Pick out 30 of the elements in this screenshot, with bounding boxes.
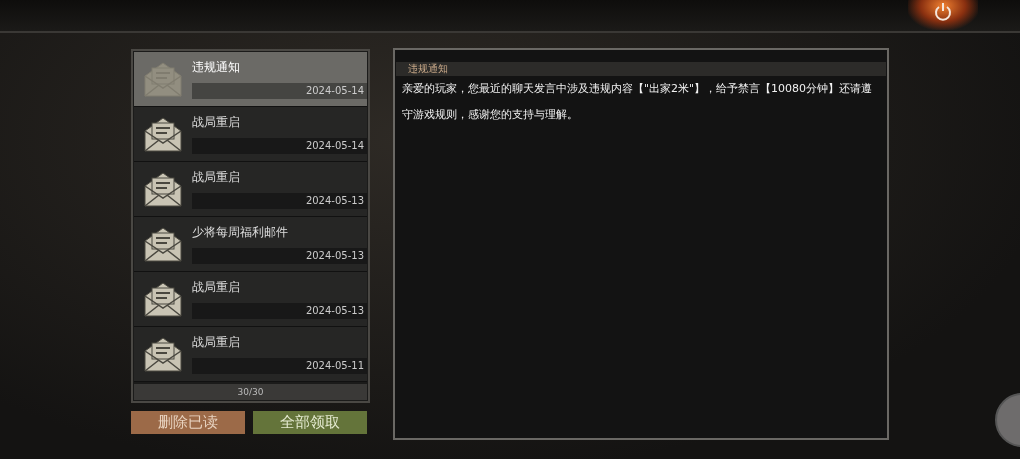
envelope-icon bbox=[143, 170, 183, 208]
claim-all-button[interactable]: 全部领取 bbox=[253, 411, 367, 434]
mail-item[interactable]: 战局重启 2024-05-11 bbox=[134, 327, 367, 382]
mail-date: 2024-05-13 bbox=[192, 248, 367, 264]
mail-item[interactable]: 战局重启 2024-05-13 bbox=[134, 162, 367, 217]
envelope-icon bbox=[143, 60, 183, 98]
mail-title: 战局重启 bbox=[192, 279, 241, 296]
mail-date: 2024-05-11 bbox=[192, 358, 367, 374]
mail-title: 违规通知 bbox=[192, 59, 241, 76]
mail-counter: 30/30 bbox=[134, 384, 367, 400]
mail-title: 战局重启 bbox=[192, 169, 241, 186]
mail-item[interactable]: 违规通知 2024-05-14 bbox=[134, 52, 367, 107]
mail-title: 战局重启 bbox=[192, 334, 241, 351]
envelope-icon bbox=[143, 225, 183, 263]
mail-item[interactable]: 战局重启 2024-05-13 bbox=[134, 272, 367, 327]
mail-detail-title: 违规通知 bbox=[396, 62, 886, 76]
mail-date: 2024-05-13 bbox=[192, 303, 367, 319]
mail-item[interactable]: 战局重启 2024-05-14 bbox=[134, 107, 367, 162]
power-button[interactable] bbox=[908, 0, 978, 30]
mail-item[interactable]: 少将每周福利邮件 2024-05-13 bbox=[134, 217, 367, 272]
mail-title: 少将每周福利邮件 bbox=[192, 224, 289, 241]
mail-date: 2024-05-14 bbox=[192, 83, 367, 99]
power-icon bbox=[934, 2, 952, 22]
envelope-icon bbox=[143, 115, 183, 153]
envelope-icon bbox=[143, 335, 183, 373]
mail-body-text: 亲爱的玩家，您最近的聊天发言中涉及违规内容【"出家2米"】，给予禁言【10080分钟】还请遵守游戏规则，感谢您的支持与理解。 bbox=[401, 81, 874, 123]
mail-title: 战局重启 bbox=[192, 114, 241, 131]
envelope-icon bbox=[143, 280, 183, 318]
mail-date: 2024-05-13 bbox=[192, 193, 367, 209]
mail-date: 2024-05-14 bbox=[192, 138, 367, 154]
